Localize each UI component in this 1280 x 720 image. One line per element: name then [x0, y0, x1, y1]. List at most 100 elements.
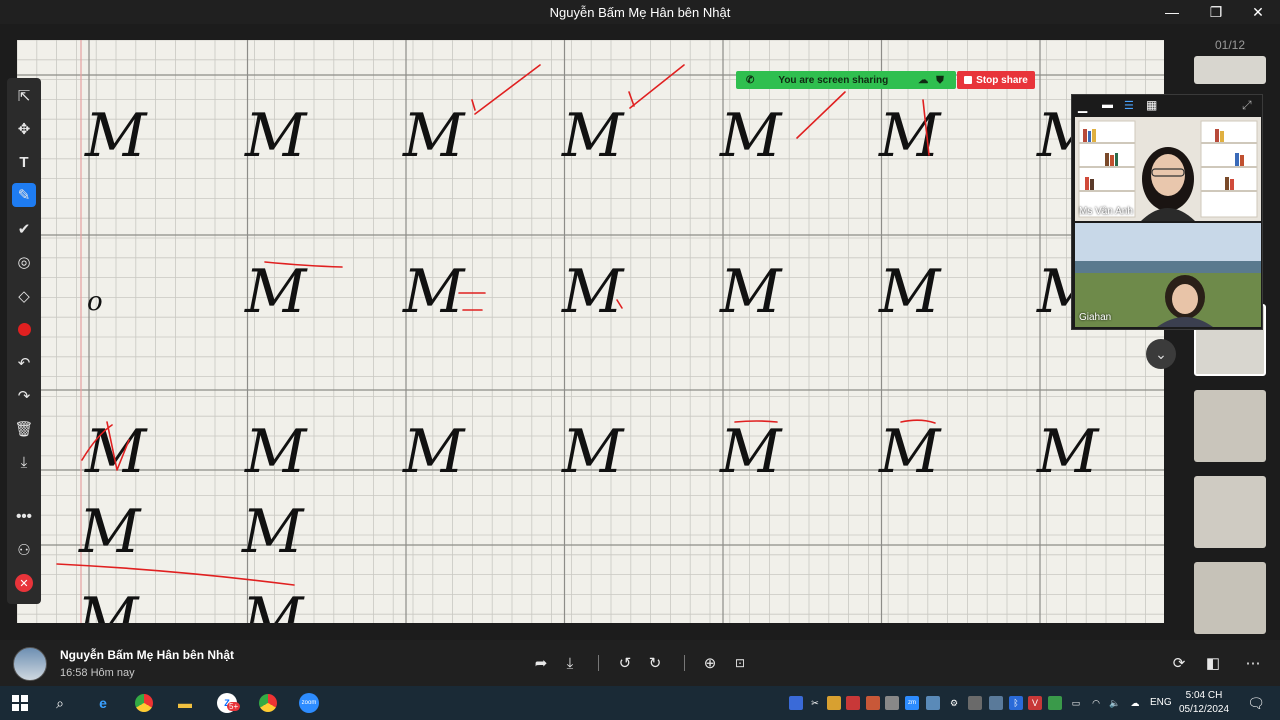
handwritten-letter: M	[76, 585, 140, 623]
zoom-in-icon[interactable]: ⊕	[699, 652, 721, 674]
close-window-button[interactable]: ✕	[1236, 0, 1280, 24]
spotlight-icon[interactable]: ◎	[12, 250, 36, 274]
participant-name-teacher: Ms Vân Anh	[1079, 206, 1133, 217]
expand-icon[interactable]: ⤢	[1242, 98, 1252, 113]
panel-toggle-icon[interactable]: ◧	[1202, 652, 1224, 674]
handwritten-letter: M	[78, 497, 142, 567]
handwritten-letter: M	[244, 257, 308, 327]
share-icon[interactable]: ➦	[530, 652, 552, 674]
volume-icon[interactable]: 🔈	[1108, 696, 1122, 710]
actual-size-icon[interactable]: ⊡	[729, 652, 751, 674]
share-contact-icon[interactable]: ⟳	[1168, 652, 1190, 674]
handwritten-letter: M	[84, 417, 148, 487]
select-icon[interactable]: ⇱	[12, 84, 36, 108]
handwritten-letter: M	[402, 257, 466, 327]
restore-button[interactable]: ❐	[1194, 0, 1238, 24]
minimize-panel-icon[interactable]: ▁	[1078, 99, 1087, 113]
rotate-left-icon[interactable]: ↺	[614, 652, 636, 674]
gallery-view-icon[interactable]: ▦	[1146, 98, 1157, 112]
redo-icon[interactable]: ↷	[12, 384, 36, 408]
tray-app-icon[interactable]	[989, 696, 1003, 710]
pen-icon[interactable]: ✎	[12, 183, 36, 207]
handwritten-letter: M	[244, 417, 308, 487]
download-icon[interactable]: ⤓	[559, 652, 581, 674]
save-icon[interactable]: ⤓	[12, 450, 36, 474]
teacher-mark	[629, 64, 685, 109]
delete-icon[interactable]: 🗑	[12, 417, 36, 441]
rotate-right-icon[interactable]: ↻	[644, 652, 666, 674]
tray-app-icon[interactable]	[827, 696, 841, 710]
eraser-icon[interactable]: ◇	[12, 284, 36, 308]
video-tile-teacher[interactable]: Ms Vân Anh	[1075, 117, 1261, 221]
notification-icon[interactable]: 🗨	[1244, 691, 1268, 715]
image-viewer: MMMMMMMoMMMMMMMMMMMMMMMMM	[0, 24, 1180, 640]
stacked-view-icon[interactable]: ☰	[1124, 99, 1134, 112]
screen-share-bar: ✆ You are screen sharing ☁ ⛊	[736, 71, 956, 89]
tray-app-icon[interactable]	[885, 696, 899, 710]
tray-zoom-icon[interactable]: zm	[905, 696, 919, 710]
tray-shield-icon[interactable]	[846, 696, 860, 710]
handwritten-letter: M	[241, 585, 305, 623]
minimize-button[interactable]: —	[1150, 0, 1194, 24]
tray-app-icon[interactable]	[1048, 696, 1062, 710]
system-clock[interactable]: 5:04 CH 05/12/2024	[1176, 689, 1232, 717]
teacher-mark	[474, 64, 541, 115]
thumbnail-3[interactable]	[1194, 390, 1266, 462]
tray-app-icon[interactable]	[926, 696, 940, 710]
bluetooth-icon[interactable]: ᛒ	[1009, 696, 1023, 710]
shield-icon: ⛊	[936, 74, 944, 86]
tray-onedrive-icon[interactable]: ☁	[1128, 696, 1142, 710]
handwriting-worksheet: MMMMMMMoMMMMMMMMMMMMMMMMM	[17, 40, 1164, 623]
language-indicator[interactable]: ENG	[1150, 697, 1172, 708]
handwritten-letter: M	[561, 417, 625, 487]
search-icon[interactable]: ⌕	[48, 691, 72, 715]
close-annotation-icon[interactable]: ✕	[12, 571, 36, 595]
tray-app-icon[interactable]	[789, 696, 803, 710]
tray-app-icon[interactable]	[968, 696, 982, 710]
thumbnail-1[interactable]	[1194, 56, 1266, 84]
more-icon[interactable]: •••	[12, 504, 36, 528]
page-counter: 01/12	[1214, 38, 1246, 52]
undo-icon[interactable]: ↶	[12, 351, 36, 375]
teacher-mark	[796, 91, 846, 139]
color-icon[interactable]	[12, 317, 36, 341]
handwritten-letter: M	[1036, 417, 1100, 487]
move-icon[interactable]: ✥	[12, 117, 36, 141]
more-options-icon[interactable]: ⋯	[1242, 652, 1264, 674]
stop-icon	[964, 76, 973, 84]
chrome-profile-icon[interactable]	[256, 691, 280, 715]
chrome-icon[interactable]	[132, 691, 156, 715]
check-icon[interactable]: ✔	[12, 217, 36, 241]
zalo-badge: 5+	[227, 702, 241, 711]
clock-date: 05/12/2024	[1178, 704, 1230, 715]
thumbnail-5[interactable]	[1194, 562, 1266, 634]
wifi-icon[interactable]: ◠	[1089, 696, 1103, 710]
folder-icon[interactable]: ▬	[173, 691, 197, 715]
thumbnail-4[interactable]	[1194, 476, 1266, 548]
speaker-view-icon[interactable]: ▬	[1102, 99, 1113, 111]
participant-icon[interactable]: ⚇	[12, 538, 36, 562]
battery-icon[interactable]: ▭	[1069, 696, 1083, 710]
zalo-icon[interactable]: Z 5+	[215, 691, 241, 715]
stop-share-button[interactable]: Stop share	[957, 71, 1035, 89]
tray-app-icon[interactable]: V	[1028, 696, 1042, 710]
window-title: Nguyễn Bấm Mẹ Hân bên Nhật	[549, 4, 731, 20]
handwritten-letter: M	[878, 257, 942, 327]
handwritten-letter: M	[561, 257, 625, 327]
handwritten-letter: M	[244, 101, 308, 171]
handwritten-letter: M	[561, 101, 625, 171]
avatar[interactable]	[13, 647, 47, 681]
video-tile-student[interactable]: Giahan	[1075, 223, 1261, 327]
tray-tool-icon[interactable]: ✂	[808, 696, 822, 710]
handwritten-letter: M	[878, 417, 942, 487]
tray-app-icon[interactable]: ⚙	[947, 696, 961, 710]
zoom-app-icon[interactable]: zoom	[297, 691, 321, 715]
edge-icon[interactable]: e	[91, 691, 115, 715]
text-icon[interactable]: T	[12, 150, 36, 174]
chevron-down-icon[interactable]: ⌄	[1146, 339, 1176, 369]
tray-app-icon[interactable]	[866, 696, 880, 710]
sent-timestamp: 16:58 Hôm nay	[60, 667, 135, 679]
handwritten-letter: M	[84, 101, 148, 171]
windows-start-icon[interactable]	[8, 691, 32, 715]
info-bar: Nguyễn Bấm Mẹ Hân bên Nhật 16:58 Hôm nay…	[0, 640, 1280, 686]
